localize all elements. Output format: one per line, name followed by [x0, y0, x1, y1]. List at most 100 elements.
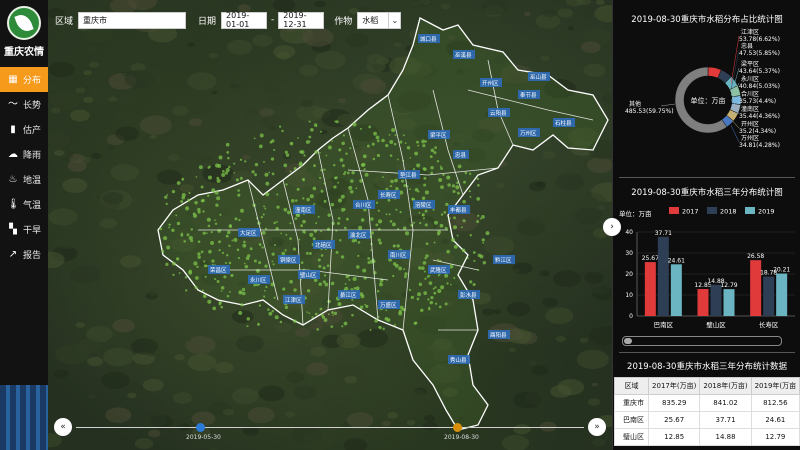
- district-label[interactable]: 长寿区: [380, 191, 397, 199]
- thermometer-icon: 🌡: [7, 198, 20, 210]
- district-label[interactable]: 开州区: [482, 80, 499, 87]
- timeline-track[interactable]: [76, 427, 584, 428]
- district-label[interactable]: 云阳县: [490, 109, 507, 117]
- district-label[interactable]: 永川区: [250, 276, 267, 284]
- district-label[interactable]: 丰都县: [450, 206, 467, 214]
- date-end-input[interactable]: 2019-12-31: [278, 11, 325, 29]
- panel-collapse-button[interactable]: ›: [603, 218, 621, 236]
- app-root: 重庆农情 ▦ 分布〜长势 ▮ 估产 ☁ 降雨 ♨ 地温 🌡 气温 ▚ 干旱 ↗ 报告 城口县 巫溪县 开州区 巫…: [0, 0, 800, 450]
- table-row[interactable]: 璧山区 12.85 14.88 12.79: [613, 428, 800, 446]
- legend-swatch[interactable]: [707, 207, 717, 214]
- x-tick-label: 璧山区: [706, 320, 726, 329]
- timeline-marker-aug[interactable]: [453, 423, 462, 432]
- bar-value-label: 26.58: [747, 253, 764, 260]
- date-start-input[interactable]: 2019-01-01: [221, 11, 268, 29]
- bar[interactable]: [697, 289, 709, 316]
- bar[interactable]: [750, 260, 762, 316]
- timeline-prev-button[interactable]: «: [54, 418, 72, 436]
- pie-chart: 单位：万亩 江津区53.78(6.62%)忠县47.53(5.85%) 梁平区43.…: [625, 29, 780, 149]
- sidebar-item-5[interactable]: 🌡 气温: [0, 192, 48, 217]
- pie-leader-line: [730, 125, 740, 143]
- district-label[interactable]: 石柱县: [555, 119, 572, 127]
- x-tick-label: 长寿区: [759, 320, 779, 329]
- district-label[interactable]: 大足区: [240, 229, 257, 237]
- table-row[interactable]: 巴南区 25.67 37.71 24.61: [613, 411, 800, 429]
- bar[interactable]: [776, 273, 788, 316]
- district-label[interactable]: 巫山县: [530, 73, 547, 81]
- pie-leader-line: [660, 103, 676, 107]
- district-label[interactable]: 涪陵区: [415, 201, 432, 209]
- table-cell: 重庆市: [613, 394, 650, 412]
- district-label[interactable]: 綦江区: [340, 291, 357, 299]
- district-label[interactable]: 巫溪县: [455, 51, 472, 59]
- district-label[interactable]: 酉阳县: [490, 331, 507, 339]
- sidebar-item-label: 分布: [23, 76, 42, 86]
- timeline: « 2019-05-30 2019-08-30 »: [48, 412, 612, 450]
- bar[interactable]: [644, 262, 656, 316]
- bar-chart-scrollbar[interactable]: [622, 336, 782, 346]
- sidebar-item-label: 长势: [23, 101, 42, 111]
- bar-title: 2019-08-30重庆市水稻三年分布统计图: [631, 188, 783, 198]
- leaf-icon: [14, 12, 34, 34]
- district-label[interactable]: 铜梁区: [280, 256, 297, 264]
- table-cell: 璧山区: [613, 428, 650, 446]
- y-tick-label: 0: [629, 313, 633, 320]
- sidebar-item-4[interactable]: ♨ 地温: [0, 167, 48, 192]
- district-label[interactable]: 彭水县: [460, 291, 477, 299]
- district-label[interactable]: 城口县: [420, 36, 437, 43]
- sidebar-item-0[interactable]: ▦ 分布: [0, 67, 48, 92]
- bar[interactable]: [723, 289, 735, 316]
- district-label[interactable]: 梁平区: [430, 131, 447, 139]
- table-cell: 841.02: [699, 394, 752, 412]
- sidebar-item-label: 气温: [23, 201, 42, 211]
- sidebar-item-6[interactable]: ▚ 干旱: [0, 217, 48, 242]
- district-label[interactable]: 忠县: [455, 151, 467, 159]
- table-header-cell: 2019年(万亩: [750, 377, 800, 395]
- district-label[interactable]: 荣昌区: [210, 266, 227, 274]
- district-label[interactable]: 江津区: [285, 297, 302, 304]
- legend-swatch[interactable]: [745, 207, 755, 214]
- pie-label-name: 开州区: [741, 121, 759, 128]
- sidebar-item-label: 估产: [23, 126, 42, 136]
- district-label[interactable]: 万盛区: [380, 301, 397, 309]
- district-label[interactable]: 渝北区: [350, 231, 367, 239]
- sidebar-item-2[interactable]: ▮ 估产: [0, 117, 48, 142]
- map-view[interactable]: 城口县巫溪县开州区 巫山县奉节县云阳县万州区 梁平区忠县 石柱县垫江县长寿区涪陵区丰都…: [48, 0, 612, 450]
- legend-swatch[interactable]: [669, 207, 679, 214]
- bar[interactable]: [670, 264, 682, 316]
- filter-bar: 区域 重庆市 日期 2019-01-01 - 2019-12-31 作物 水稻 …: [55, 10, 402, 30]
- district-label[interactable]: 武隆区: [430, 266, 447, 274]
- map-legend-strip: [0, 385, 48, 450]
- district-label[interactable]: 北碚区: [315, 241, 332, 249]
- crop-select[interactable]: 水稻: [357, 11, 390, 29]
- district-label[interactable]: 合川区: [355, 201, 372, 209]
- y-tick-label: 10: [625, 292, 633, 299]
- sidebar-item-1[interactable]: 〜长势: [0, 92, 48, 117]
- bar[interactable]: [710, 284, 722, 316]
- district-label[interactable]: 秀山县: [450, 356, 467, 364]
- map-canvas[interactable]: 城口县巫溪县开州区 巫山县奉节县云阳县万州区 梁平区忠县 石柱县垫江县长寿区涪陵区丰都…: [48, 0, 612, 450]
- district-label[interactable]: 黔江区: [495, 256, 512, 264]
- district-label[interactable]: 潼南区: [295, 206, 312, 214]
- chevron-down-icon[interactable]: ⌄: [389, 11, 402, 29]
- timeline-next-button[interactable]: »: [588, 418, 606, 436]
- district-label[interactable]: 垫江县: [400, 171, 417, 179]
- pie-leader-line: [730, 35, 740, 84]
- district-label[interactable]: 璧山区: [300, 271, 317, 279]
- region-input[interactable]: 重庆市: [78, 11, 187, 29]
- soil-temperature-icon: ♨: [8, 173, 18, 185]
- bar[interactable]: [763, 276, 775, 316]
- district-label[interactable]: 奉节县: [520, 91, 537, 99]
- x-tick-label: 巴南区: [654, 320, 674, 329]
- table-title: 2019-08-30重庆市水稻三年分布统计数据: [627, 362, 787, 372]
- scrollbar-thumb[interactable]: [624, 338, 632, 344]
- pie-title: 2019-08-30重庆市水稻分布占比统计图: [631, 15, 783, 25]
- timeline-marker-may[interactable]: [196, 423, 205, 432]
- bar[interactable]: [657, 236, 669, 316]
- district-label[interactable]: 南川区: [390, 251, 407, 259]
- table-row[interactable]: 重庆市 835.29 841.02 812.56: [613, 394, 800, 412]
- pie-label-value: 34.81(4.28%): [739, 142, 780, 149]
- district-label[interactable]: 万州区: [520, 130, 537, 137]
- sidebar-item-7[interactable]: ↗ 报告: [0, 242, 48, 267]
- sidebar-item-3[interactable]: ☁ 降雨: [0, 142, 48, 167]
